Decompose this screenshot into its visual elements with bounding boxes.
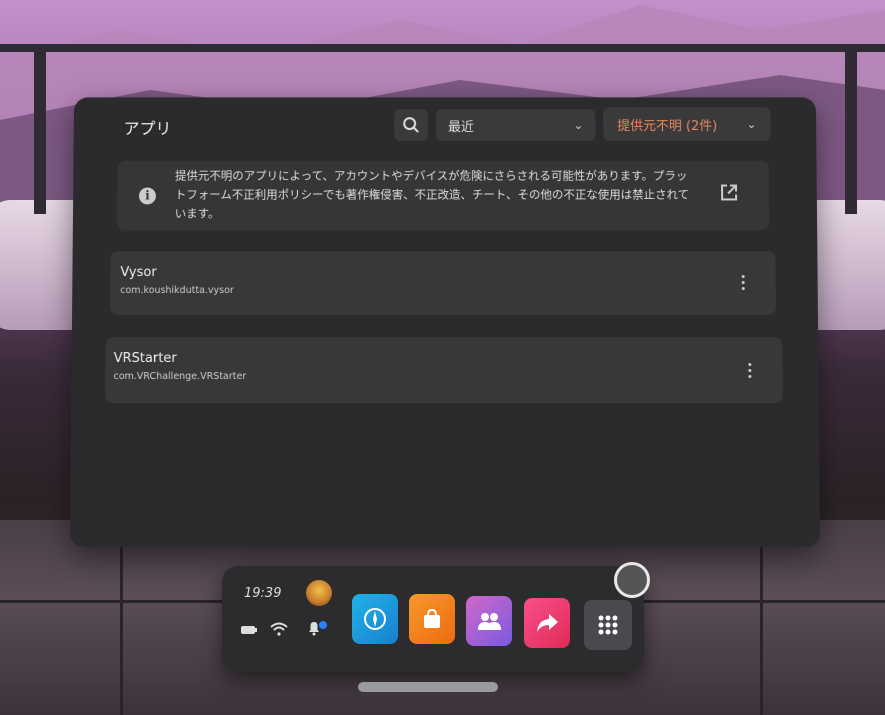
railing-post-left [34,44,46,214]
floor-seam [120,520,123,715]
more-options-icon[interactable] [740,275,746,291]
warning-text: 提供元不明のアプリによって、アカウントやデバイスが危険にさらされる可能性がありま… [174,168,690,221]
avatar[interactable] [306,580,332,606]
search-button[interactable] [394,109,429,141]
apps-panel: アプリ 最近 ⌄ 提供元不明 (2件) ⌄ i 提供元不明のアプリによって、アカ… [69,97,821,548]
unknown-source-warning: i 提供元不明のアプリによって、アカウントやデバイスが危険にさらされる可能性があ… [116,160,770,231]
store-app-button[interactable] [409,594,455,644]
share-app-button[interactable] [524,598,570,648]
floor-seam [760,520,763,715]
app-list-item[interactable]: VRStarter com.VRChallenge.VRStarter [105,336,783,404]
sort-dropdown-value: 最近 [447,119,474,135]
app-package: com.koushikdutta.vysor [120,285,234,297]
sort-dropdown[interactable]: 最近 ⌄ [436,109,596,141]
external-link-icon[interactable] [719,183,739,203]
app-package: com.VRChallenge.VRStarter [113,371,247,383]
app-list-item[interactable]: Vysor com.koushikdutta.vysor [110,251,776,316]
railing-post-right [845,44,857,214]
source-filter-dropdown[interactable]: 提供元不明 (2件) ⌄ [603,107,771,141]
people-icon [478,613,501,630]
notification-badge [319,621,327,629]
chevron-down-icon: ⌄ [746,117,757,132]
explore-icon [364,608,386,630]
source-filter-value: 提供元不明 (2件) [617,118,718,134]
people-app-button[interactable] [466,596,512,646]
universal-menu-dock: 19:39 [222,566,644,672]
chevron-down-icon: ⌄ [573,118,584,133]
search-icon [402,116,420,134]
app-library-button[interactable] [584,600,632,650]
more-options-icon[interactable] [746,363,752,379]
battery-icon [241,626,257,634]
app-name: Vysor [120,265,157,281]
app-grid-icon [598,615,618,635]
store-icon [424,608,440,628]
app-name: VRStarter [113,351,177,367]
railing-top [0,44,885,52]
info-icon: i [138,187,156,205]
pointer-cursor [614,562,650,598]
page-title: アプリ [123,119,172,138]
wifi-icon [270,622,288,636]
share-icon [537,614,558,632]
window-handle-bar[interactable] [358,682,498,692]
explore-app-button[interactable] [352,594,398,644]
clock-time: 19:39 [244,586,282,601]
